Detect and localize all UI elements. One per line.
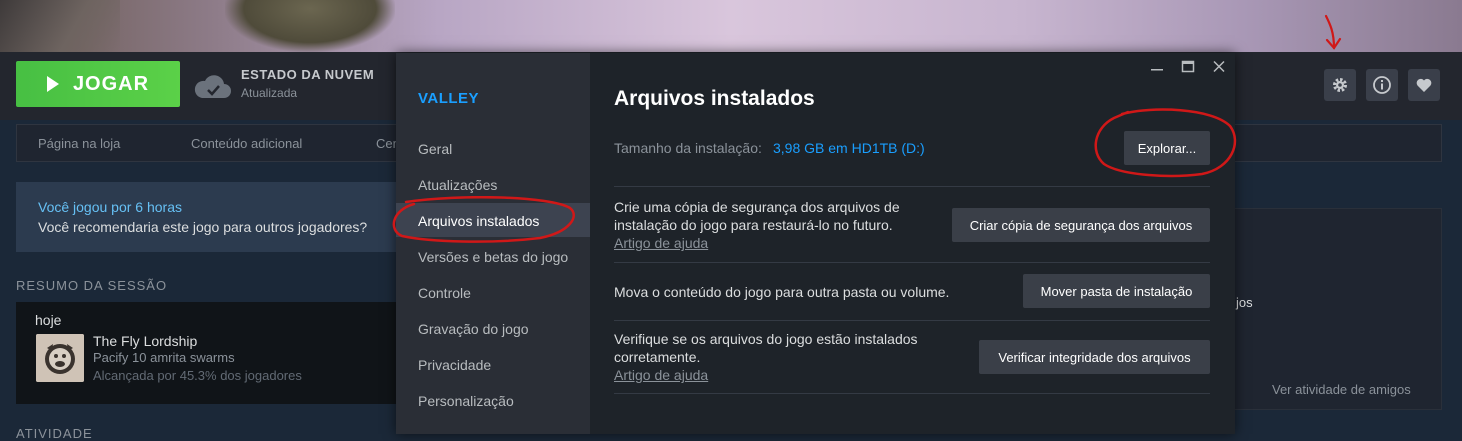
backup-description-line2: instalação do jogo para restaurá-lo no f… (614, 217, 893, 233)
nav-betas[interactable]: Versões e betas do jogo (418, 249, 568, 265)
hero-character-art (225, 0, 395, 52)
row-divider (614, 393, 1210, 394)
hero-banner (0, 0, 1462, 52)
settings-button[interactable] (1324, 69, 1356, 101)
session-day: hoje (35, 312, 62, 328)
row-divider (614, 186, 1210, 187)
info-button[interactable] (1366, 69, 1398, 101)
friends-activity-link[interactable]: Ver atividade de amigos (1272, 382, 1411, 397)
nav-customization[interactable]: Personalização (418, 393, 514, 409)
nav-installed-files[interactable]: Arquivos instalados (418, 213, 539, 229)
properties-sidebar (396, 53, 590, 434)
move-description: Mova o conteúdo do jogo para outra pasta… (614, 284, 950, 300)
install-size-value: 3,98 GB em HD1TB (D:) (773, 140, 925, 156)
maximize-icon[interactable] (1180, 60, 1196, 74)
session-summary-heading: RESUMO DA SESSÃO (16, 278, 168, 293)
close-icon[interactable] (1211, 60, 1227, 74)
cloud-status-value: Atualizada (241, 86, 298, 100)
nav-controller[interactable]: Controle (418, 285, 471, 301)
info-icon (1373, 76, 1391, 94)
verify-integrity-button[interactable]: Verificar integridade dos arquivos (979, 340, 1210, 374)
install-size-label: Tamanho da instalação: (614, 140, 762, 156)
minimize-icon[interactable] (1149, 60, 1165, 74)
backup-files-button[interactable]: Criar cópia de segurança dos arquivos (952, 208, 1210, 242)
nav-game-recording[interactable]: Gravação do jogo (418, 321, 529, 337)
cloud-status-title: ESTADO DA NUVEM (241, 67, 375, 82)
nav-privacy[interactable]: Privacidade (418, 357, 491, 373)
move-install-folder-button[interactable]: Mover pasta de instalação (1023, 274, 1210, 308)
achievement-percent: Alcançada por 45.3% dos jogadores (93, 368, 302, 383)
nav-general[interactable]: Geral (418, 141, 452, 157)
row-divider (614, 262, 1210, 263)
subnav-store-page[interactable]: Página na loja (38, 136, 120, 151)
verify-description-line2: corretamente. (614, 349, 701, 365)
play-label: JOGAR (72, 72, 150, 95)
section-title: Arquivos instalados (614, 87, 815, 110)
red-arrow-annotation (1324, 14, 1342, 50)
verify-description-line1: Verifique se os arquivos do jogo estão i… (614, 331, 918, 347)
play-icon (46, 76, 59, 92)
play-button[interactable]: JOGAR (16, 61, 180, 107)
nav-updates[interactable]: Atualizações (418, 177, 497, 193)
subnav-dlc[interactable]: Conteúdo adicional (191, 136, 302, 151)
row-divider (614, 320, 1210, 321)
cloud-sync-icon (194, 75, 231, 98)
backup-description-line1: Crie uma cópia de segurança dos arquivos… (614, 199, 900, 215)
gear-icon (1333, 78, 1347, 92)
achievement-title: The Fly Lordship (93, 333, 198, 349)
achievement-description: Pacify 10 amrita swarms (93, 350, 235, 365)
help-article-link-2[interactable]: Artigo de ajuda (614, 367, 708, 383)
recommend-panel (16, 182, 396, 252)
browse-button[interactable]: Explorar... (1124, 131, 1210, 165)
heart-icon (1416, 78, 1432, 92)
game-title: VALLEY (418, 90, 480, 107)
friends-text-fragment: jos (1236, 295, 1253, 310)
achievement-icon (36, 334, 84, 382)
favorite-button[interactable] (1408, 69, 1440, 101)
help-article-link[interactable]: Artigo de ajuda (614, 235, 708, 251)
hero-rock-art (0, 0, 120, 52)
recommend-question: Você recomendaria este jogo para outros … (38, 219, 368, 235)
playtime-text: Você jogou por 6 horas (38, 199, 182, 215)
